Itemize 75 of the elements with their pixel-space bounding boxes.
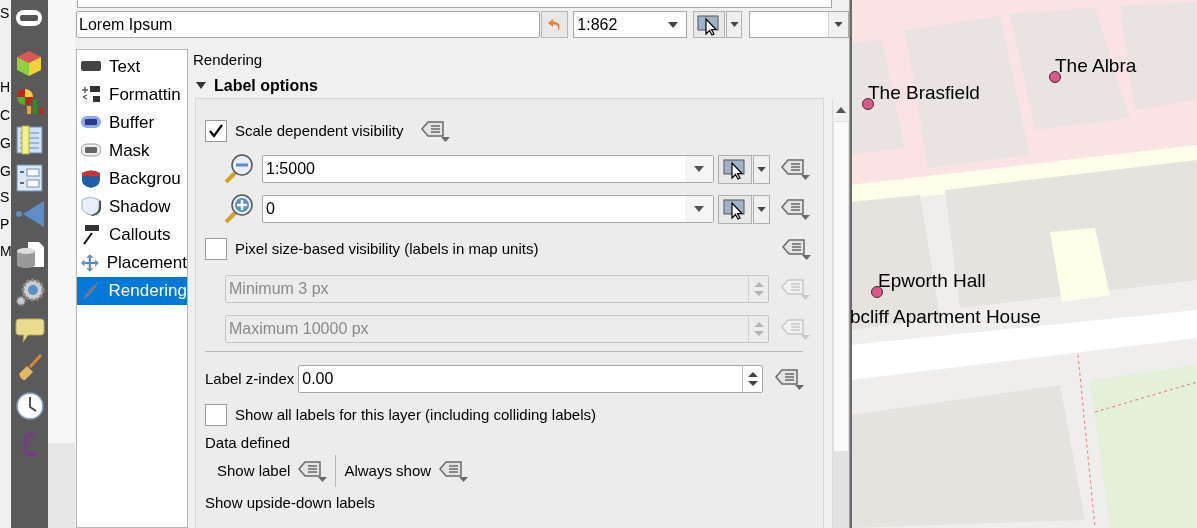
page-title: Rendering [193,50,263,70]
checkbox[interactable] [205,238,227,260]
panel-text: M [0,242,12,260]
data-defined-icon[interactable] [780,236,812,262]
panel-text: C [0,106,11,124]
arrows-icon [81,253,99,273]
dropdown-arrow-icon [757,206,766,212]
callout-icon [81,225,101,245]
scale-combo[interactable]: 1:862 [573,11,688,38]
checkbox-label: Scale dependent visibility [235,120,404,141]
spin-arrows-icon[interactable] [747,371,758,387]
form-icon[interactable] [13,162,46,194]
section-label: Show upside-down labels [205,492,376,513]
map-label: The Albra [1055,55,1137,77]
shield-icon [81,169,101,189]
undo-button[interactable] [541,11,569,38]
dropdown-arrow-icon [694,206,704,212]
section-item[interactable]: Rendering [77,277,187,305]
checkbox-label: Pixel size-based visibility (labels in map units) [235,238,540,259]
data-defined-icon[interactable] [779,156,811,182]
data-defined-icon[interactable] [779,196,811,222]
cursor-icon [722,198,748,220]
combo-box[interactable] [749,11,849,38]
group-title: Label options [214,76,318,96]
zoom-out-icon [222,154,256,184]
data-defined-icon[interactable] [773,366,806,392]
data-defined-icon[interactable] [296,458,329,484]
scrollbar[interactable] [832,99,849,528]
map-tool-button[interactable] [693,11,726,38]
dropdown-arrow-icon [694,166,704,172]
dropdown-button[interactable] [753,194,770,224]
dropdown-arrow-icon [834,22,843,27]
spin-box: Maximum 10000 px [225,315,769,343]
panel-text: S [0,188,10,206]
scroll-up-icon [836,107,846,113]
spin-box: Minimum 3 px [225,275,769,303]
dropdown-arrow-icon [757,166,766,172]
data-defined-icon[interactable] [419,118,452,144]
checkbox-label: Show all labels for this layer (including colliding labels) [235,404,596,425]
panel-text: P [0,215,10,233]
scrollbar-thumb[interactable] [833,121,849,452]
map-label: bcliff Apartment House [850,306,1041,328]
layer-field[interactable]: Lorem Ipsum [76,11,541,38]
checkbox[interactable] [205,120,227,142]
scale-combo[interactable]: 1:5000 [262,155,714,183]
section-label: Data defined [205,432,291,453]
collapse-arrow-icon[interactable] [196,82,206,90]
panel-text: G [0,162,11,180]
table-icon[interactable] [13,124,46,156]
map-tool-button[interactable] [718,154,752,184]
scale-combo[interactable]: 0 [262,195,714,223]
dropdown-button[interactable] [753,154,770,184]
gear-icon[interactable] [13,276,46,308]
field-label: Label z-index [205,368,295,389]
clock-icon[interactable] [13,390,46,422]
dropdown-button[interactable] [726,11,743,38]
data-defined-icon[interactable] [437,458,470,484]
dropdown-arrow-icon [729,22,739,27]
checkbox[interactable] [205,404,227,426]
field-label: Always show [344,460,432,481]
panel-text: G [0,134,11,152]
formatting-icon [81,85,101,105]
panel-text: H [0,78,11,96]
cursor-icon [722,158,748,180]
shadow-icon [81,197,101,217]
brush-icon [81,281,101,301]
zoom-in-icon [222,194,256,224]
dropdown-arrow-icon [668,21,679,28]
map-tool-button[interactable] [718,194,752,224]
spin-box[interactable]: 0.00 [298,365,764,393]
text-field[interactable] [77,0,832,8]
map-label: The Brasfield [868,82,980,104]
panel-text: S [0,4,10,22]
map-label: Epworth Hall [878,270,986,292]
field-label: Show label [217,460,291,481]
